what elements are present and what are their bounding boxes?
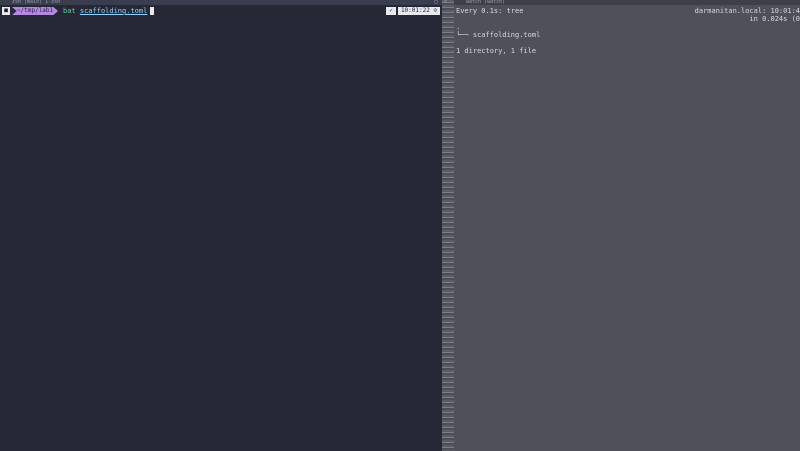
left-terminal-pane[interactable]: zsh (main) 1-zsh ▢ ■ ~/tmp/lab1 bat scaf…: [0, 0, 442, 451]
left-pane-title: zsh (main) 1-zsh: [12, 0, 61, 5]
tree-file: └── scaffolding.toml: [456, 31, 541, 39]
tree-root: .: [456, 23, 461, 31]
right-pane-title: watch (watch): [466, 0, 506, 5]
pane-divider[interactable]: [442, 0, 454, 451]
right-pane-titlebar: × watch (watch): [444, 0, 800, 5]
watch-host-time: darmanitan.local: 10:01:4: [694, 7, 800, 15]
prompt-directory: ~/tmp/lab1: [12, 7, 58, 15]
shell-prompt: ■ ~/tmp/lab1 bat scaffolding.toml ✓ 10:0…: [0, 7, 442, 15]
close-icon[interactable]: ×: [444, 0, 447, 5]
watch-duration: in 0.024s (0: [749, 15, 800, 23]
left-pane-titlebar: zsh (main) 1-zsh ▢: [0, 0, 442, 5]
right-terminal-pane[interactable]: × watch (watch) Every 0.1s: tree darmani…: [444, 0, 800, 451]
watch-header: Every 0.1s: tree: [456, 7, 524, 15]
tree-summary: 1 directory, 1 file: [456, 47, 537, 55]
command-argument: scaffolding.toml: [79, 7, 148, 15]
terminal-window: zsh (main) 1-zsh ▢ ■ ~/tmp/lab1 bat scaf…: [0, 0, 800, 451]
command-line[interactable]: bat scaffolding.toml: [63, 7, 155, 15]
success-check-icon: ✓: [386, 7, 396, 15]
pane-maximize-icon[interactable]: ▢: [433, 0, 439, 5]
command-binary: bat: [63, 7, 76, 15]
os-icon: ■: [2, 7, 10, 15]
text-cursor: [150, 7, 155, 15]
prompt-clock: 10:01:22 ⊙: [398, 7, 440, 15]
